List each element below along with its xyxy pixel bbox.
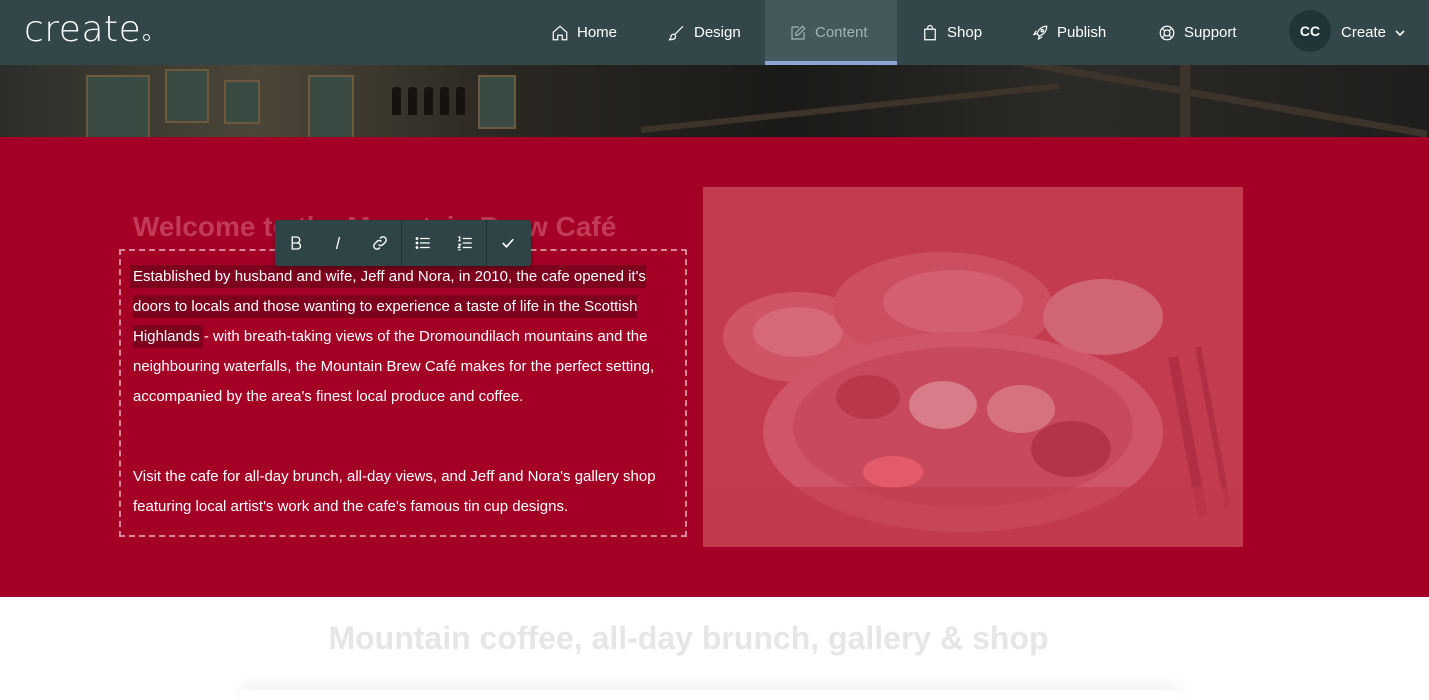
confirm-button[interactable] xyxy=(487,220,529,266)
numbered-list-button[interactable] xyxy=(444,220,486,266)
paragraph-intro-rest: - with breath-taking views of the Dromou… xyxy=(133,328,655,405)
bag-icon xyxy=(924,24,936,40)
lifebuoy-icon xyxy=(1159,25,1175,40)
nav-publish[interactable]: Publish xyxy=(1031,0,1106,65)
link-icon xyxy=(373,236,387,250)
nav-shop-label: Shop xyxy=(947,24,983,41)
lower-section-heading[interactable]: Mountain coffee, all-day brunch, gallery… xyxy=(0,620,1377,657)
home-icon xyxy=(552,24,568,40)
nav-support-label: Support xyxy=(1184,24,1237,41)
brush-icon xyxy=(668,25,684,40)
nav-design[interactable]: Design xyxy=(668,0,741,65)
edit-icon xyxy=(791,24,806,40)
bold-button[interactable] xyxy=(275,220,317,266)
hero-image xyxy=(0,65,1429,137)
top-nav-bar: create Home Design Content Shop Publish … xyxy=(0,0,1429,65)
nav-home[interactable]: Home xyxy=(551,0,617,65)
bold-icon xyxy=(291,236,302,250)
rocket-icon xyxy=(1032,25,1048,40)
logo-text: create xyxy=(24,9,142,50)
create-logo[interactable]: create xyxy=(24,8,151,52)
nav-content-label: Content xyxy=(815,24,868,41)
create-label: Create xyxy=(1341,24,1387,41)
bullet-list-button[interactable] xyxy=(402,220,444,266)
check-icon xyxy=(502,238,514,248)
user-avatar[interactable]: CC xyxy=(1289,10,1331,52)
create-dropdown[interactable]: Create xyxy=(1341,0,1406,65)
content-section: Welcome to the Mountain Brew Café Establ… xyxy=(0,137,1429,597)
brunch-photo-illustration xyxy=(703,187,1243,547)
nav-shop[interactable]: Shop xyxy=(921,0,982,65)
paragraph-intro[interactable]: Established by husband and wife, Jeff an… xyxy=(133,262,678,412)
logo-dot xyxy=(143,34,151,41)
bullet-list-icon xyxy=(415,237,430,249)
text-format-toolbar xyxy=(275,220,531,266)
numbered-list-icon xyxy=(457,236,472,251)
nav-design-label: Design xyxy=(694,24,741,41)
nav-content[interactable]: Content xyxy=(765,0,897,65)
nav-support[interactable]: Support xyxy=(1158,0,1237,65)
brunch-photo[interactable] xyxy=(703,187,1243,547)
italic-icon xyxy=(335,236,341,250)
chevron-down-icon xyxy=(1395,29,1405,36)
nav-publish-label: Publish xyxy=(1057,24,1107,41)
content-card-edge xyxy=(240,690,1180,700)
link-button[interactable] xyxy=(359,220,401,266)
italic-button[interactable] xyxy=(317,220,359,266)
paragraph-visit[interactable]: Visit the cafe for all-day brunch, all-d… xyxy=(133,462,678,522)
nav-home-label: Home xyxy=(577,24,618,41)
